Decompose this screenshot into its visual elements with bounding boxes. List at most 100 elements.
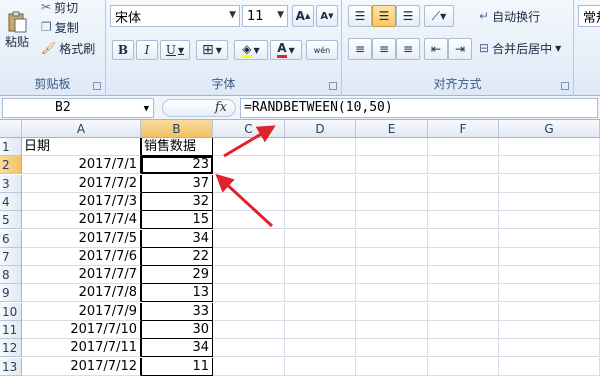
cell-a12[interactable]: 2017/7/11 — [22, 339, 141, 358]
cell-c1[interactable] — [213, 138, 285, 156]
cell-c5[interactable] — [213, 211, 285, 230]
cell-g12[interactable] — [499, 339, 600, 358]
cell-c13[interactable] — [213, 357, 285, 376]
cell-g11[interactable] — [499, 321, 600, 339]
row-header-2[interactable]: 2 — [0, 156, 22, 175]
cell-g2[interactable] — [499, 156, 600, 175]
cell-f12[interactable] — [428, 339, 499, 358]
cell-d9[interactable] — [285, 284, 356, 303]
align-top-button[interactable]: ☰ — [348, 5, 372, 27]
cell-e3[interactable] — [356, 174, 428, 193]
row-header-10[interactable]: 10 — [0, 302, 22, 321]
select-all-corner[interactable] — [0, 120, 22, 138]
cell-e2[interactable] — [356, 156, 428, 175]
orientation-button[interactable]: ⟋ ▼ — [424, 5, 454, 27]
cell-f5[interactable] — [428, 211, 499, 230]
number-format-select[interactable]: 常规 — [578, 5, 600, 27]
merge-center-button[interactable]: ⊟ 合并后居中 ▼ — [478, 38, 562, 58]
cell-e1[interactable] — [356, 138, 428, 156]
cell-b9[interactable]: 13 — [141, 284, 213, 303]
column-header-c[interactable]: C — [213, 120, 285, 138]
cell-e4[interactable] — [356, 192, 428, 211]
cell-d12[interactable] — [285, 339, 356, 358]
cell-e6[interactable] — [356, 229, 428, 248]
cell-d3[interactable] — [285, 174, 356, 193]
insert-function-icon[interactable]: fx — [215, 100, 227, 115]
cell-f9[interactable] — [428, 284, 499, 303]
paste-button[interactable]: 粘贴 — [2, 4, 32, 56]
cell-f2[interactable] — [428, 156, 499, 175]
cell-c12[interactable] — [213, 339, 285, 358]
cell-c11[interactable] — [213, 321, 285, 339]
row-header-3[interactable]: 3 — [0, 174, 22, 193]
cell-g5[interactable] — [499, 211, 600, 230]
align-center-button[interactable]: ≡ — [372, 38, 396, 60]
name-box[interactable]: B2 ▼ — [2, 98, 154, 118]
borders-button[interactable]: ⊞ ▼ — [196, 40, 228, 60]
cell-f6[interactable] — [428, 229, 499, 248]
cut-button[interactable]: ✂ 剪切 — [40, 0, 79, 16]
cell-a1[interactable]: 日期 — [22, 138, 141, 156]
cell-a5[interactable]: 2017/7/4 — [22, 211, 141, 230]
cell-d11[interactable] — [285, 321, 356, 339]
cell-d4[interactable] — [285, 192, 356, 211]
clipboard-launcher-icon[interactable] — [93, 82, 101, 90]
cell-c7[interactable] — [213, 247, 285, 266]
cell-e5[interactable] — [356, 211, 428, 230]
row-header-5[interactable]: 5 — [0, 211, 22, 230]
copy-button[interactable]: ❐ 复制 — [40, 18, 80, 36]
row-header-6[interactable]: 6 — [0, 229, 22, 248]
cell-a8[interactable]: 2017/7/7 — [22, 266, 141, 285]
cell-b3[interactable]: 37 — [141, 174, 213, 193]
cell-d2[interactable] — [285, 156, 356, 175]
cell-a11[interactable]: 2017/7/10 — [22, 321, 141, 339]
cell-b12[interactable]: 34 — [141, 339, 213, 358]
cell-f1[interactable] — [428, 138, 499, 156]
align-left-button[interactable]: ≡ — [348, 38, 372, 60]
cell-f13[interactable] — [428, 357, 499, 376]
cell-f4[interactable] — [428, 192, 499, 211]
cell-a9[interactable]: 2017/7/8 — [22, 284, 141, 303]
wrap-text-button[interactable]: ↵ 自动换行 — [478, 6, 541, 26]
cell-e10[interactable] — [356, 302, 428, 321]
shrink-font-button[interactable]: A ▼ — [316, 5, 338, 27]
row-header-11[interactable]: 11 — [0, 321, 22, 339]
column-header-e[interactable]: E — [356, 120, 428, 138]
bold-button[interactable]: B — [112, 40, 134, 60]
align-middle-button[interactable]: ☰ — [372, 5, 396, 27]
row-header-12[interactable]: 12 — [0, 339, 22, 358]
cell-e12[interactable] — [356, 339, 428, 358]
row-header-4[interactable]: 4 — [0, 192, 22, 211]
cell-c6[interactable] — [213, 229, 285, 248]
alignment-launcher-icon[interactable] — [561, 82, 569, 90]
cell-d5[interactable] — [285, 211, 356, 230]
align-right-button[interactable]: ≡ — [396, 38, 420, 60]
cell-g7[interactable] — [499, 247, 600, 266]
cell-b8[interactable]: 29 — [141, 266, 213, 285]
column-header-g[interactable]: G — [499, 120, 600, 138]
cell-d1[interactable] — [285, 138, 356, 156]
cell-b4[interactable]: 32 — [141, 192, 213, 211]
cell-a7[interactable]: 2017/7/6 — [22, 247, 141, 266]
cell-c8[interactable] — [213, 266, 285, 285]
cell-b6[interactable]: 34 — [141, 229, 213, 248]
cell-d6[interactable] — [285, 229, 356, 248]
column-header-d[interactable]: D — [285, 120, 356, 138]
phonetic-button[interactable]: wén — [306, 40, 338, 60]
grow-font-button[interactable]: A ▲ — [292, 5, 314, 27]
cell-g3[interactable] — [499, 174, 600, 193]
cell-g1[interactable] — [499, 138, 600, 156]
row-header-9[interactable]: 9 — [0, 284, 22, 303]
cell-a3[interactable]: 2017/7/2 — [22, 174, 141, 193]
increase-indent-button[interactable]: ⇥ — [448, 38, 472, 60]
cell-f3[interactable] — [428, 174, 499, 193]
cell-d8[interactable] — [285, 266, 356, 285]
cell-g6[interactable] — [499, 229, 600, 248]
cell-f10[interactable] — [428, 302, 499, 321]
font-launcher-icon[interactable] — [329, 82, 337, 90]
cell-b1[interactable]: 销售数据 — [141, 138, 213, 156]
cell-f8[interactable] — [428, 266, 499, 285]
cell-f7[interactable] — [428, 247, 499, 266]
cell-d13[interactable] — [285, 357, 356, 376]
cell-c2[interactable] — [213, 156, 285, 175]
